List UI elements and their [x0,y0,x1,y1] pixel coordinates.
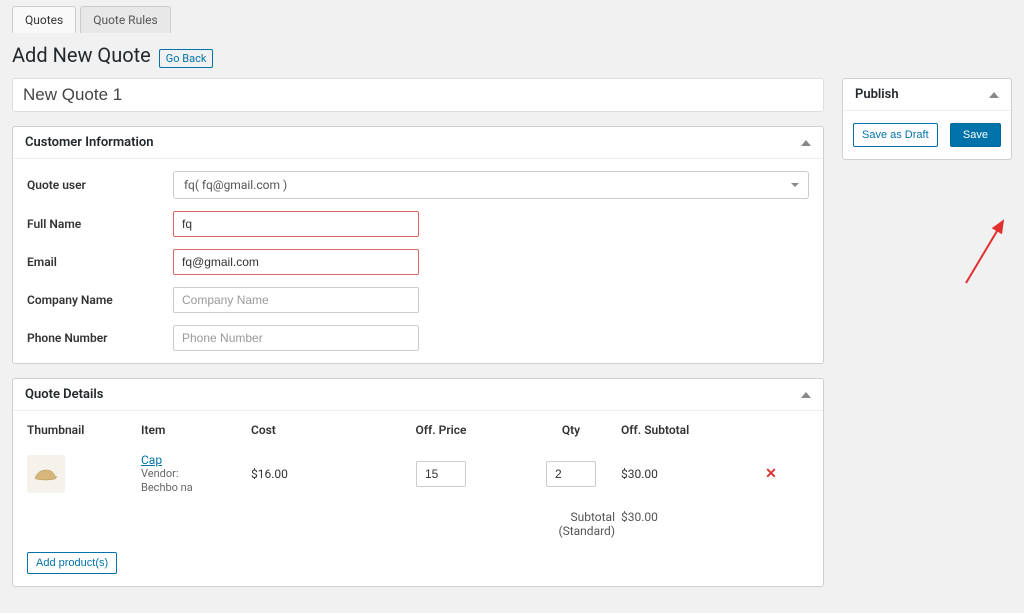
vendor-name: Bechbo na [141,481,193,494]
qty-input[interactable] [546,461,596,487]
phone-label: Phone Number [27,331,173,345]
collapse-icon[interactable] [801,140,811,146]
publish-panel: Publish Save as Draft Save [842,78,1012,160]
quote-details-panel: Quote Details Thumbnail Item Cost Off. P… [12,378,824,587]
save-button[interactable]: Save [950,123,1001,147]
quote-user-label: Quote user [27,178,173,192]
off-subtotal-value: $30.00 [621,467,741,481]
quote-user-select[interactable]: fq( fq@gmail.com ) [173,171,809,199]
company-input[interactable] [173,287,419,313]
col-off-subtotal: Off. Subtotal [621,423,741,437]
customer-info-title: Customer Information [25,135,154,150]
tab-quote-rules[interactable]: Quote Rules [80,6,170,33]
col-cost: Cost [251,423,361,437]
full-name-input[interactable] [173,211,419,237]
customer-info-panel: Customer Information Quote user fq( fq@g… [12,126,824,364]
cost-value: $16.00 [251,467,361,481]
collapse-icon[interactable] [989,92,999,98]
remove-row-button[interactable]: ✕ [741,466,801,482]
product-thumbnail [27,455,65,493]
col-item: Item [141,423,251,437]
vendor-label: Vendor: [141,467,179,480]
off-price-input[interactable] [416,461,466,487]
quote-title-input[interactable] [12,78,824,112]
company-label: Company Name [27,293,173,307]
save-draft-button[interactable]: Save as Draft [853,123,938,147]
add-product-button[interactable]: Add product(s) [27,552,117,574]
col-thumbnail: Thumbnail [27,423,141,437]
phone-input[interactable] [173,325,419,351]
col-off-price: Off. Price [361,423,521,437]
table-row: Cap Vendor: Bechbo na $16.00 $30.00 ✕ [27,453,809,496]
col-qty: Qty [521,423,621,437]
collapse-icon[interactable] [801,392,811,398]
go-back-button[interactable]: Go Back [159,49,214,68]
publish-title: Publish [855,87,899,102]
email-label: Email [27,255,173,269]
tab-quotes[interactable]: Quotes [12,6,76,33]
top-tabs: Quotes Quote Rules [12,0,1012,33]
item-link[interactable]: Cap [141,453,251,467]
subtotal-label: Subtotal (Standard) [521,510,621,538]
quote-details-title: Quote Details [25,387,103,402]
arrow-annotation [956,213,1016,293]
full-name-label: Full Name [27,217,173,231]
subtotal-value: $30.00 [621,510,741,538]
email-input[interactable] [173,249,419,275]
page-title: Add New Quote [12,43,151,67]
